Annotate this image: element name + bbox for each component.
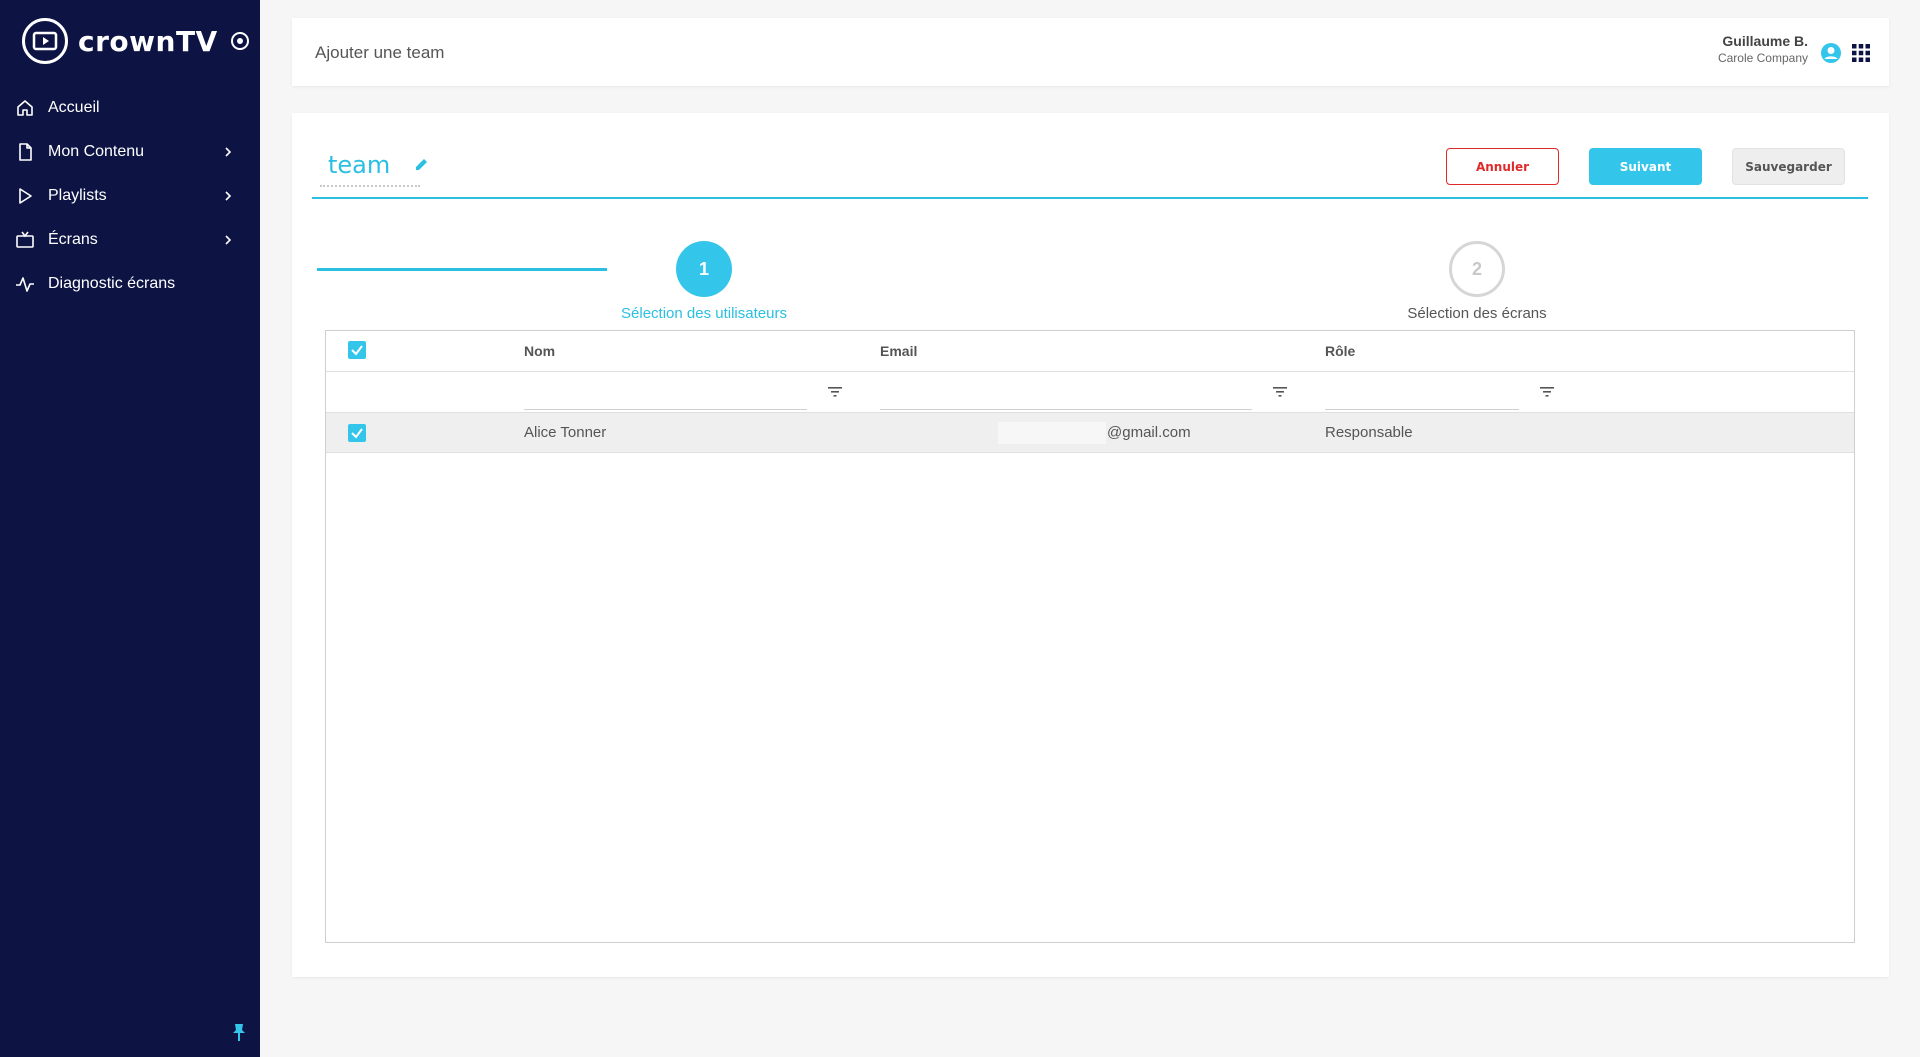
team-editor-card: team Annuler Suivant Sauvegarder 1 Sélec… xyxy=(292,113,1889,977)
next-button[interactable]: Suivant xyxy=(1589,148,1702,185)
divider xyxy=(312,197,1868,199)
column-header-role[interactable]: Rôle xyxy=(1325,343,1355,359)
sidebar-item-label: Écrans xyxy=(48,231,98,248)
redacted-email-block xyxy=(998,422,1106,444)
sidebar-item-accueil[interactable]: Accueil xyxy=(0,86,260,130)
cell-role: Responsable xyxy=(1325,424,1413,441)
step-2-indicator[interactable]: 2 xyxy=(1449,241,1505,297)
select-all-checkbox[interactable] xyxy=(348,341,366,359)
sidebar-item-label: Playlists xyxy=(48,187,107,204)
users-table: Nom Email Rôle Alice Tonner @gmail.com R… xyxy=(325,330,1855,943)
team-name-field[interactable]: team xyxy=(320,151,420,187)
save-button[interactable]: Sauvegarder xyxy=(1732,148,1845,185)
user-company: Carole Company xyxy=(1717,51,1808,65)
pin-icon[interactable] xyxy=(230,1022,248,1042)
apps-grid-icon[interactable] xyxy=(1852,44,1870,62)
sidebar-item-label: Diagnostic écrans xyxy=(48,275,176,292)
user-name: Guillaume B. xyxy=(1722,33,1808,49)
table-header: Nom Email Rôle xyxy=(326,331,1854,372)
sidebar-item-ecrans[interactable]: Écrans xyxy=(0,218,260,262)
user-info[interactable]: Guillaume B. Carole Company xyxy=(1718,33,1808,65)
stepper-progress-line xyxy=(317,268,607,271)
step-1-indicator[interactable]: 1 xyxy=(676,241,732,297)
team-name: team xyxy=(328,151,391,179)
page-header: Ajouter une team Guillaume B. Carole Com… xyxy=(292,18,1889,86)
user-avatar-icon[interactable] xyxy=(1820,42,1842,64)
crowntv-logo-icon xyxy=(22,18,68,64)
sidebar-item-mon-contenu[interactable]: Mon Contenu xyxy=(0,130,260,174)
filter-icon[interactable] xyxy=(1273,386,1287,398)
chevron-right-icon xyxy=(225,191,232,201)
play-icon xyxy=(14,185,36,207)
table-row[interactable]: Alice Tonner @gmail.com Responsable xyxy=(326,413,1854,453)
filter-row xyxy=(326,372,1854,413)
filter-icon[interactable] xyxy=(1540,386,1554,398)
sidebar-item-diagnostic-ecrans[interactable]: Diagnostic écrans xyxy=(0,262,260,306)
sidebar-item-playlists[interactable]: Playlists xyxy=(0,174,260,218)
chevron-right-icon xyxy=(225,147,232,157)
cell-name: Alice Tonner xyxy=(524,424,607,441)
pulse-icon xyxy=(14,273,36,295)
page-title: Ajouter une team xyxy=(315,43,445,62)
brand-name: crownTV xyxy=(78,24,218,58)
cell-email: @gmail.com xyxy=(1107,424,1191,441)
sidebar-nav: Accueil Mon Contenu Playlists Écrans Dia… xyxy=(0,86,260,306)
document-icon xyxy=(14,141,36,163)
step-2-label: Sélection des écrans xyxy=(1407,305,1547,322)
name-filter-input[interactable] xyxy=(524,373,807,410)
tv-icon xyxy=(14,229,36,251)
role-filter-input[interactable] xyxy=(1325,373,1519,410)
column-header-nom[interactable]: Nom xyxy=(524,343,555,359)
step-1-label: Sélection des utilisateurs xyxy=(621,305,787,322)
column-header-email[interactable]: Email xyxy=(880,343,917,359)
sidebar-item-label: Mon Contenu xyxy=(48,143,145,160)
email-filter-input[interactable] xyxy=(880,373,1252,410)
settings-icon[interactable] xyxy=(230,31,250,51)
home-icon xyxy=(14,97,36,119)
sidebar-item-label: Accueil xyxy=(48,99,100,116)
brand[interactable]: crownTV xyxy=(22,18,250,64)
cancel-button[interactable]: Annuler xyxy=(1446,148,1559,185)
filter-icon[interactable] xyxy=(828,386,842,398)
row-checkbox[interactable] xyxy=(348,424,366,442)
pencil-icon[interactable] xyxy=(414,156,430,172)
chevron-right-icon xyxy=(225,235,232,245)
sidebar: crownTV Accueil Mon Contenu Playlists Éc… xyxy=(0,0,260,1057)
